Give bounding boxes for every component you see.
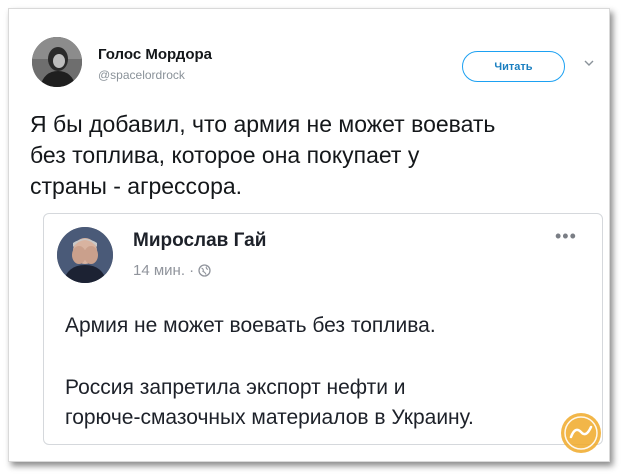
embedded-author-avatar[interactable] bbox=[57, 227, 113, 283]
tweet-text: Я бы добавил, что армия не может воевать… bbox=[30, 109, 600, 202]
embedded-post[interactable]: Мирослав Гай 14 мин. · ••• Армия не може… bbox=[43, 213, 603, 445]
embedded-post-line: Россия запретила экспорт нефти и bbox=[65, 376, 406, 399]
more-options-icon[interactable]: ••• bbox=[555, 226, 577, 247]
author-handle[interactable]: @spacelordrock bbox=[98, 68, 185, 82]
embedded-post-meta: 14 мин. · bbox=[133, 262, 211, 279]
globe-icon bbox=[198, 264, 211, 277]
follow-button[interactable]: Читать bbox=[462, 51, 565, 82]
tweet-text-line: без топлива, которое она покупает у bbox=[30, 142, 420, 168]
author-display-name[interactable]: Голос Мордора bbox=[98, 46, 212, 63]
author-avatar[interactable] bbox=[32, 37, 82, 87]
embedded-author-name[interactable]: Мирослав Гай bbox=[133, 230, 266, 252]
watermark-badge bbox=[561, 413, 601, 453]
chevron-down-icon[interactable] bbox=[583, 57, 595, 69]
tweet-text-line: Я бы добавил, что армия не может воевать bbox=[30, 111, 496, 137]
tweet-text-line: страны - агрессора. bbox=[30, 173, 243, 199]
embedded-post-paragraph: Армия не может воевать без топлива. bbox=[65, 314, 436, 337]
embedded-post-line: горюче-смазочных материалов в Украину. bbox=[65, 406, 474, 429]
post-time[interactable]: 14 мин. · bbox=[133, 262, 194, 279]
tweet-card: Голос Мордора @spacelordrock Читать Я бы… bbox=[8, 8, 610, 462]
